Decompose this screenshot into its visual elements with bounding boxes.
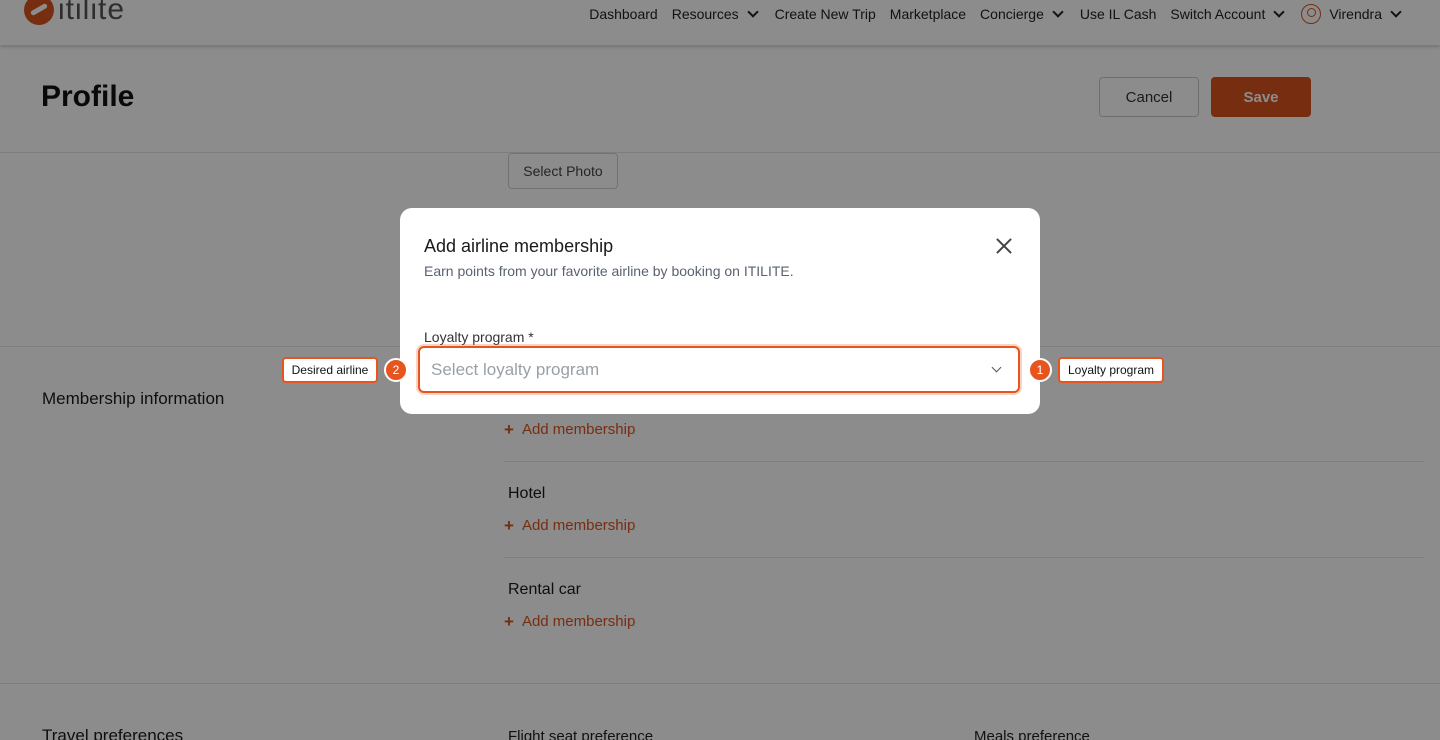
- chevron-down-icon: [991, 362, 1002, 373]
- annotation-label-desired-airline: Desired airline: [282, 357, 378, 383]
- loyalty-program-label: Loyalty program *: [424, 329, 534, 345]
- modal-title: Add airline membership: [424, 236, 614, 256]
- annotation-badge-2: 2: [384, 358, 408, 382]
- annotation-badge-1: 1: [1028, 358, 1052, 382]
- loyalty-program-select[interactable]: Select loyalty program: [418, 346, 1020, 393]
- modal-subtitle: Earn points from your favorite airline b…: [424, 263, 794, 279]
- close-icon[interactable]: [990, 232, 1018, 260]
- annotation-label-loyalty-program: Loyalty program: [1058, 357, 1164, 383]
- loyalty-program-placeholder: Select loyalty program: [431, 360, 600, 379]
